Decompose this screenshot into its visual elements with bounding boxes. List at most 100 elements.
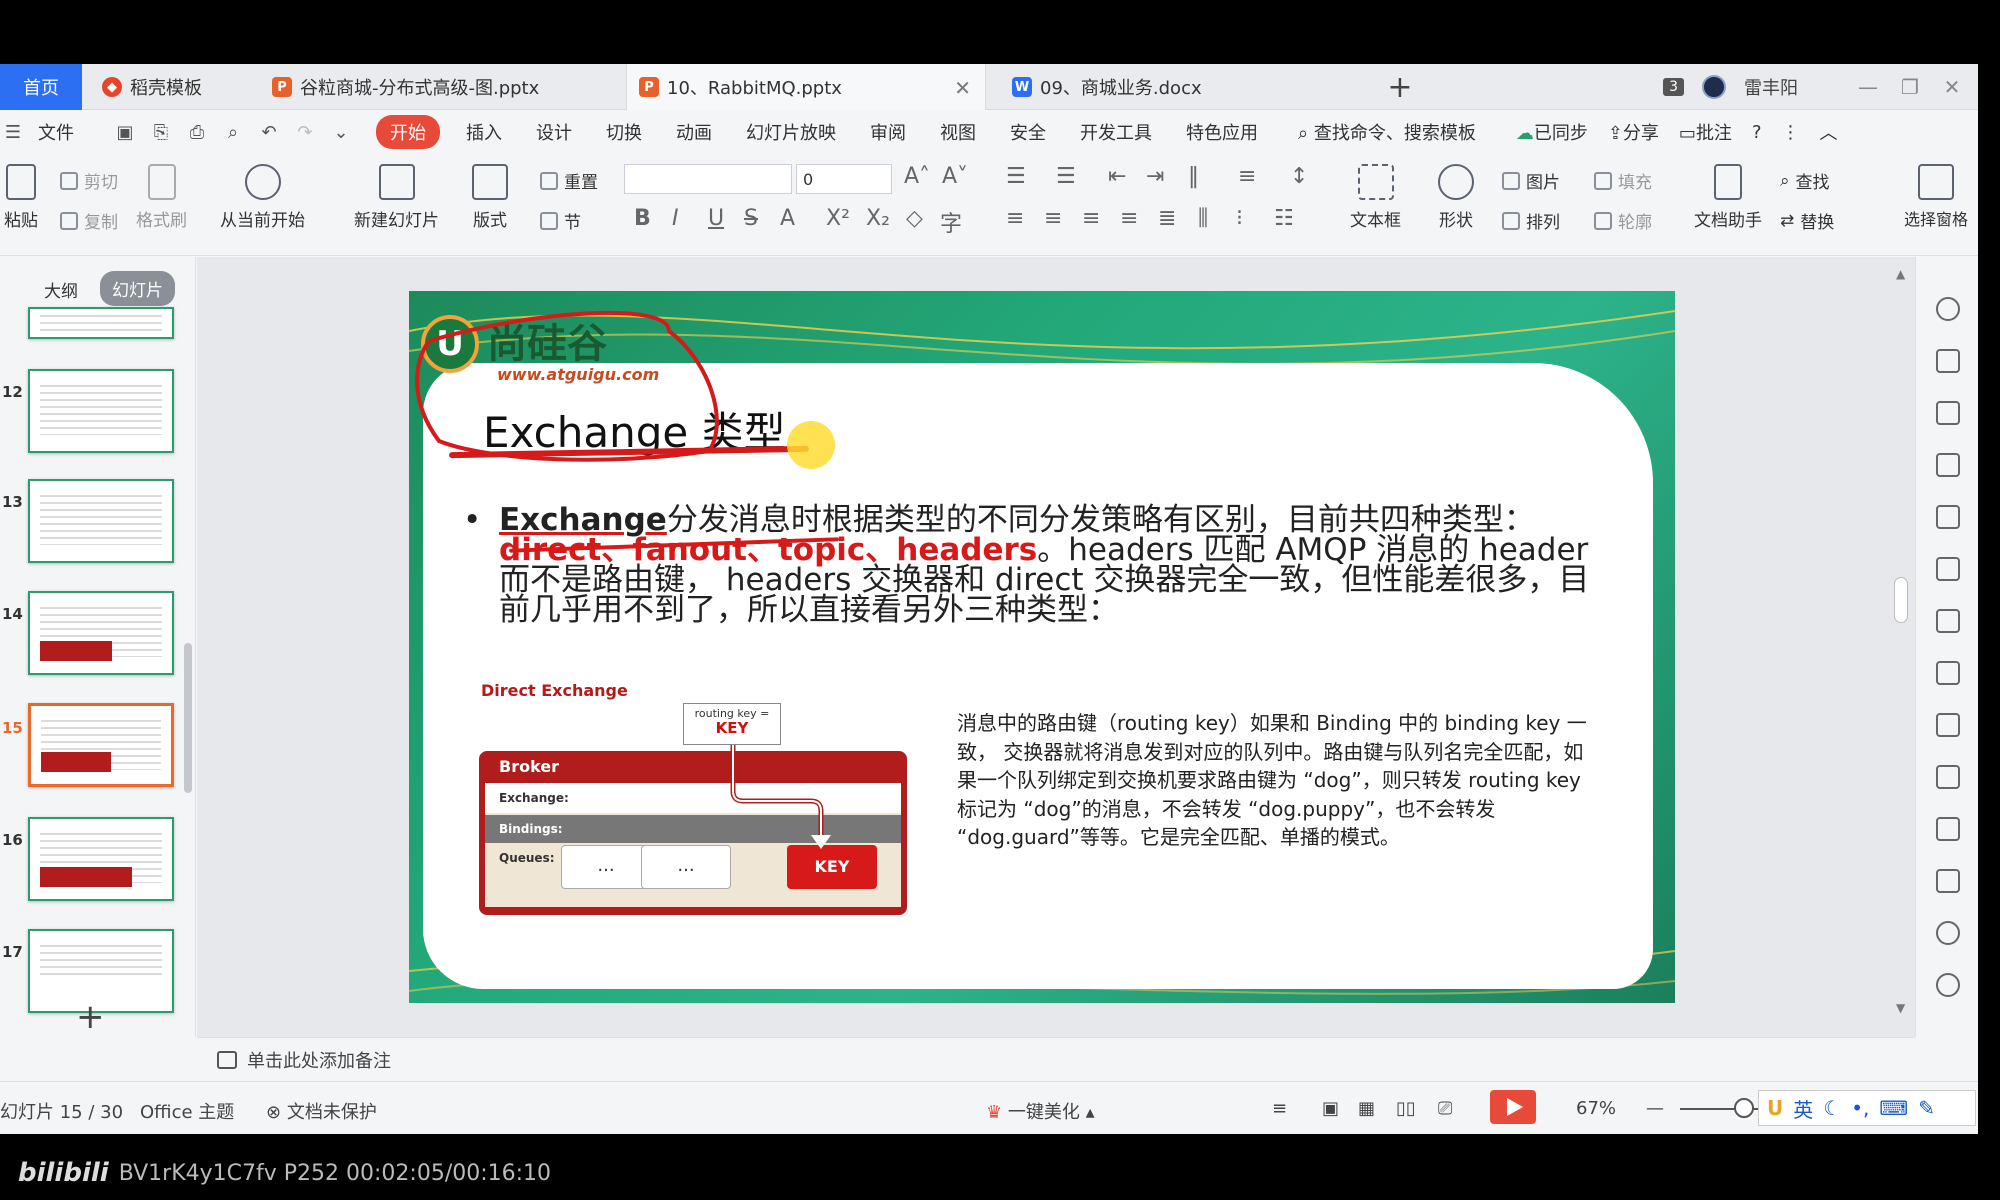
- close-window-icon[interactable]: ✕: [1940, 75, 1964, 99]
- restore-icon[interactable]: ❐: [1898, 75, 1922, 99]
- zoom-level[interactable]: 67%: [1576, 1098, 1616, 1119]
- picture-button[interactable]: 图片: [1502, 168, 1560, 193]
- doc-assistant-button[interactable]: 文档助手: [1694, 164, 1762, 231]
- fill-button[interactable]: 填充: [1594, 168, 1652, 193]
- strikethrough-icon[interactable]: S: [744, 206, 758, 231]
- table-icon[interactable]: [1936, 505, 1960, 529]
- slide-thumbnail[interactable]: [28, 369, 174, 453]
- image-icon[interactable]: [1936, 869, 1960, 893]
- cut-button[interactable]: 剪切: [60, 168, 118, 193]
- collapse-ribbon-icon[interactable]: ︿: [1820, 119, 1838, 145]
- smartart-icon[interactable]: ⁝: [1236, 206, 1243, 231]
- font-color-icon[interactable]: A: [780, 206, 795, 231]
- preview-icon[interactable]: ⌕: [222, 121, 244, 143]
- command-search[interactable]: ⌕ 查找命令、搜索模板: [1298, 119, 1476, 145]
- textbox-button[interactable]: 文本框: [1350, 164, 1401, 231]
- tab-pptx-gulimall[interactable]: P 谷粒商城-分布式高级-图.pptx: [260, 64, 620, 110]
- pin-icon[interactable]: [1936, 297, 1960, 321]
- beautify-button[interactable]: ♛ 一键美化 ▴: [986, 1098, 1095, 1124]
- distribute-icon[interactable]: ≣: [1158, 206, 1176, 231]
- superscript-icon[interactable]: X²: [826, 206, 850, 231]
- slide-thumbnail[interactable]: [28, 817, 174, 901]
- bold-icon[interactable]: B: [634, 206, 651, 231]
- redo-icon[interactable]: ↷: [294, 121, 316, 143]
- grid-icon[interactable]: [1936, 557, 1960, 581]
- more-icon[interactable]: ⋮: [1782, 122, 1800, 143]
- fill-bucket-icon[interactable]: [1936, 453, 1960, 477]
- avatar[interactable]: [1702, 75, 1726, 99]
- selection-pane-button[interactable]: 选择窗格: [1904, 164, 1968, 230]
- new-slide-button[interactable]: 新建幻灯片: [354, 164, 439, 231]
- section-button[interactable]: 节: [540, 208, 581, 233]
- comment-button[interactable]: ▭批注: [1679, 119, 1732, 145]
- tab-slides[interactable]: 幻灯片: [100, 271, 175, 306]
- export-icon[interactable]: ⎘: [150, 121, 172, 143]
- menu-insert[interactable]: 插入: [466, 119, 502, 145]
- notes-toggle-icon[interactable]: ≡: [1272, 1098, 1287, 1119]
- align-center-icon[interactable]: ≡: [1044, 206, 1062, 231]
- scroll-up-icon[interactable]: ▲: [1896, 267, 1905, 281]
- save-icon[interactable]: ▣: [114, 121, 136, 143]
- copy-format-icon[interactable]: [1936, 713, 1960, 737]
- hamburger-icon[interactable]: ☰: [2, 121, 24, 143]
- slide-thumbnail[interactable]: [28, 479, 174, 563]
- font-size-select[interactable]: 0: [796, 164, 892, 194]
- find-button[interactable]: ⌕ 查找: [1780, 168, 1830, 194]
- replace-button[interactable]: ⇄ 替换: [1780, 208, 1834, 234]
- share-export-icon[interactable]: [1936, 765, 1960, 789]
- menu-transition[interactable]: 切换: [606, 119, 642, 145]
- italic-icon[interactable]: I: [672, 206, 679, 231]
- protection-status[interactable]: ⊗ 文档未保护: [266, 1098, 377, 1124]
- panel-scrollbar[interactable]: [184, 643, 192, 793]
- menu-file[interactable]: 文件: [38, 119, 74, 145]
- clear-format-icon[interactable]: ◇: [906, 206, 923, 231]
- scroll-down-icon[interactable]: ▼: [1896, 1001, 1905, 1015]
- current-slide[interactable]: U 尚硅谷 www.atguigu.com Exchange 类型 • Exch…: [409, 291, 1675, 1003]
- canvas-scrollbar[interactable]: ▲ ▼: [1888, 257, 1915, 1037]
- increase-indent-icon[interactable]: ⇥: [1146, 164, 1164, 189]
- shape-button[interactable]: 形状: [1438, 164, 1474, 231]
- align-right-icon[interactable]: ≡: [1082, 206, 1100, 231]
- bullet-paragraph[interactable]: • Exchange分发消息时根据类型的不同分发策略有区别，目前共四种类型：di…: [463, 505, 1613, 626]
- new-tab-button[interactable]: +: [1380, 64, 1420, 110]
- print-icon[interactable]: ⎙: [186, 121, 208, 143]
- add-slide-button[interactable]: +: [76, 997, 105, 1037]
- shrink-font-icon[interactable]: A˅: [942, 164, 968, 189]
- align-left-icon[interactable]: ≡: [1006, 206, 1024, 231]
- outline-button[interactable]: 轮廓: [1594, 208, 1652, 233]
- notes-bar[interactable]: 单击此处添加备注: [197, 1037, 1915, 1081]
- chart-icon[interactable]: [1936, 609, 1960, 633]
- slide-thumbnail[interactable]: [28, 591, 174, 675]
- subscript-icon[interactable]: X₂: [866, 206, 890, 231]
- paste-button[interactable]: 粘贴: [4, 164, 38, 231]
- align-text-icon[interactable]: ≡: [1238, 164, 1256, 189]
- reset-button[interactable]: 重置: [540, 168, 598, 193]
- slide-thumbnail[interactable]: [28, 307, 174, 339]
- help-button[interactable]: ?: [1752, 122, 1762, 143]
- share-button[interactable]: ⇪分享: [1608, 119, 1659, 145]
- sync-status[interactable]: ☁已同步: [1516, 119, 1588, 145]
- justify-icon[interactable]: ≡: [1120, 206, 1138, 231]
- menu-developer[interactable]: 开发工具: [1080, 119, 1152, 145]
- close-tab-icon[interactable]: ✕: [954, 76, 971, 100]
- menu-security[interactable]: 安全: [1010, 119, 1046, 145]
- zoom-out-icon[interactable]: —: [1646, 1098, 1664, 1119]
- tab-pptx-rabbitmq[interactable]: P 10、RabbitMQ.pptx ✕: [626, 64, 986, 110]
- tab-docer-templates[interactable]: ◆ 稻壳模板: [90, 64, 250, 110]
- description-text[interactable]: 消息中的路由键（routing key）如果和 Binding 中的 bindi…: [957, 709, 1597, 852]
- menu-features[interactable]: 特色应用: [1186, 119, 1258, 145]
- audio-icon[interactable]: [1936, 921, 1960, 945]
- undo-icon[interactable]: ↶: [258, 121, 280, 143]
- tab-home[interactable]: 首页: [0, 64, 82, 110]
- minimize-icon[interactable]: —: [1856, 75, 1880, 99]
- layout-button[interactable]: 版式: [472, 164, 508, 231]
- menu-review[interactable]: 审阅: [870, 119, 906, 145]
- phonetic-icon[interactable]: 字: [940, 206, 962, 238]
- numbering-icon[interactable]: ☰: [1056, 164, 1076, 189]
- style-icon[interactable]: [1936, 349, 1960, 373]
- grow-font-icon[interactable]: A˄: [904, 164, 930, 189]
- underline-icon[interactable]: U: [708, 206, 724, 231]
- play-from-current-button[interactable]: 从当前开始: [220, 164, 305, 231]
- arrange-button[interactable]: 排列: [1502, 208, 1560, 233]
- line-spacing-icon[interactable]: ↕: [1290, 164, 1308, 189]
